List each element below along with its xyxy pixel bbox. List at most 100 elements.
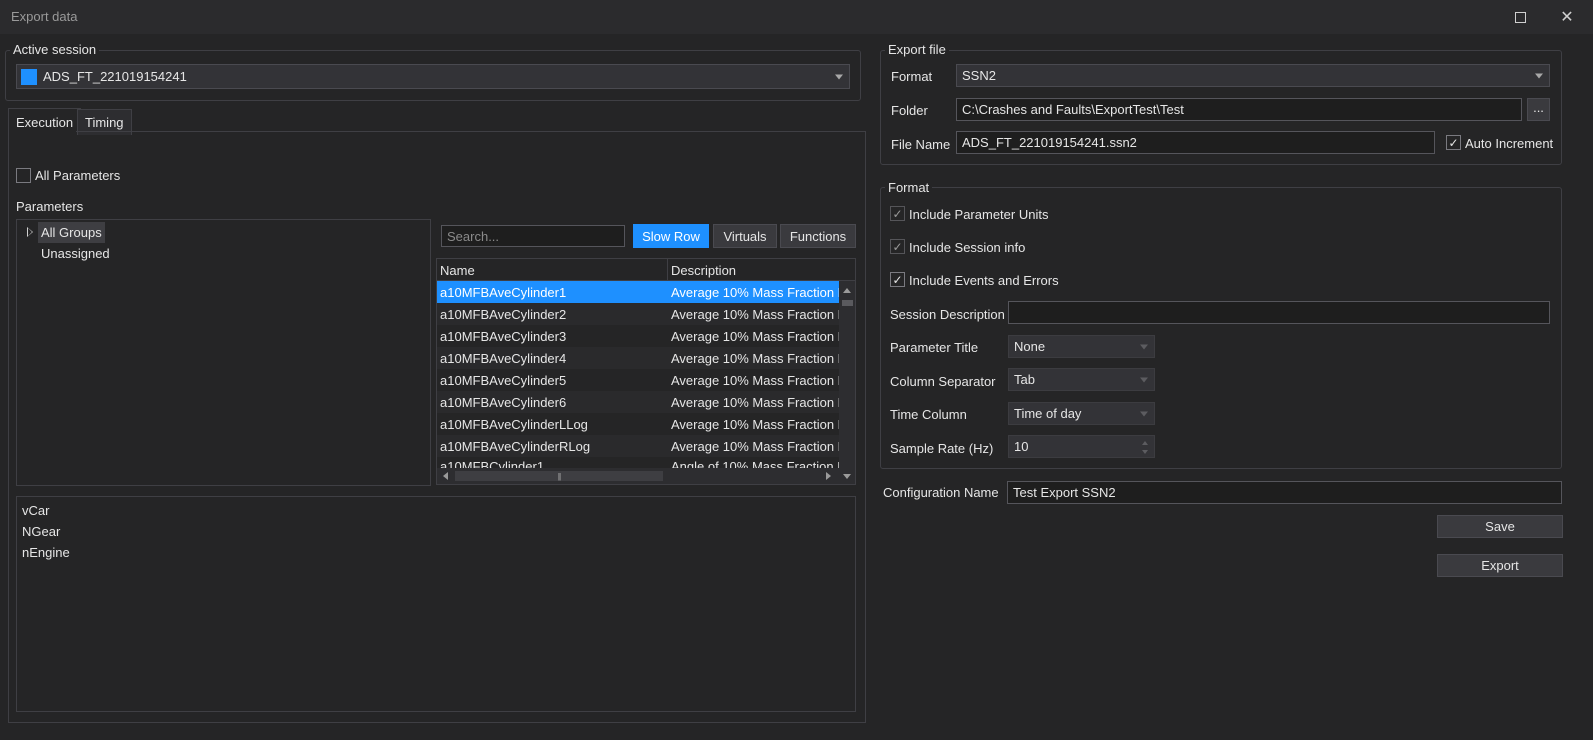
filename-label: File Name	[891, 137, 951, 152]
spin-up-icon[interactable]	[1142, 441, 1148, 445]
table-row[interactable]: a10MFBAveCylinder4 Average 10% Mass Fract…	[437, 347, 839, 369]
time-column-combo[interactable]: Time of day	[1008, 402, 1155, 425]
table-cell-name: a10MFBAveCylinder2	[440, 306, 567, 322]
parameters-label: Parameters	[16, 199, 84, 214]
parameter-title-label: Parameter Title	[890, 340, 979, 355]
table-cell-name: a10MFBAveCylinder5	[440, 372, 567, 388]
save-button[interactable]: Save	[1437, 515, 1563, 538]
virtuals-button[interactable]: Virtuals	[713, 224, 777, 248]
session-description-label: Session Description	[890, 307, 1005, 322]
column-separator-combo[interactable]: Tab	[1008, 368, 1155, 391]
auto-increment-checkbox[interactable]: ✓	[1446, 135, 1461, 150]
close-button[interactable]: ✕	[1544, 0, 1590, 34]
chevron-down-icon	[1140, 344, 1148, 349]
tree-item-unassigned[interactable]: Unassigned	[41, 243, 110, 264]
list-item[interactable]: nEngine	[22, 542, 855, 563]
tree-item-all-groups-label: All Groups	[41, 225, 102, 240]
table-row[interactable]: a10MFBAveCylinder3 Average 10% Mass Fract…	[437, 325, 839, 347]
column-name-label: Name	[440, 262, 475, 278]
parameter-table: Name Description a10MFBAveCylinder1 Avera…	[436, 258, 856, 485]
active-session-value: ADS_FT_221019154241	[43, 69, 187, 84]
scroll-down-icon[interactable]	[843, 474, 851, 479]
format-value: SSN2	[962, 68, 996, 83]
table-cell-description: Average 10% Mass Fraction Bu	[671, 284, 839, 300]
search-input[interactable]: Search...	[441, 225, 625, 247]
list-item[interactable]: vCar	[22, 500, 855, 521]
parameter-title-combo[interactable]: None	[1008, 335, 1155, 358]
configuration-name-input[interactable]: Test Export SSN2	[1007, 481, 1562, 504]
sample-rate-spinner[interactable]: 10	[1008, 435, 1155, 458]
folder-value: C:\Crashes and Faults\ExportTest\Test	[962, 102, 1184, 117]
horizontal-scroll-thumb[interactable]: |||	[455, 471, 663, 481]
tree-item-all-groups[interactable]: All Groups	[38, 222, 105, 243]
session-color-swatch	[21, 68, 37, 85]
all-parameters-checkbox[interactable]	[16, 168, 31, 183]
table-cell-description: Average 10% Mass Fraction Bu	[671, 394, 839, 410]
groups-tree: All Groups Unassigned	[16, 219, 431, 486]
configuration-name-value: Test Export SSN2	[1013, 485, 1116, 500]
configuration-name-label: Configuration Name	[883, 485, 999, 500]
include-units-checkbox[interactable]: ✓	[890, 206, 905, 221]
table-row[interactable]: a10MFBAveCylinderRLog Average 10% Mass Fr…	[437, 435, 839, 457]
format-combo[interactable]: SSN2	[956, 64, 1550, 87]
window-title: Export data	[11, 9, 78, 24]
time-column-label: Time Column	[890, 407, 967, 422]
folder-input[interactable]: C:\Crashes and Faults\ExportTest\Test	[956, 98, 1522, 121]
scroll-left-icon[interactable]	[443, 472, 448, 480]
auto-increment-label: Auto Increment	[1465, 136, 1554, 151]
maximize-icon	[1514, 11, 1526, 23]
functions-button[interactable]: Functions	[780, 224, 856, 248]
table-cell-description: Average 10% Mass Fraction Bu	[671, 416, 839, 432]
column-description-label: Description	[671, 262, 737, 278]
table-row[interactable]: a10MFBAveCylinder6 Average 10% Mass Fract…	[437, 391, 839, 413]
column-header-description[interactable]: Description	[668, 259, 839, 281]
table-body: a10MFBAveCylinder1 Average 10% Mass Fract…	[437, 281, 839, 457]
maximize-button[interactable]	[1497, 0, 1543, 34]
vertical-scroll-thumb[interactable]	[842, 300, 853, 306]
spin-down-icon[interactable]	[1142, 450, 1148, 454]
chevron-down-icon	[835, 74, 843, 79]
column-separator-label: Column Separator	[890, 374, 996, 389]
vertical-scrollbar[interactable]	[839, 281, 855, 484]
chevron-down-icon	[1140, 377, 1148, 382]
selected-parameters-list: vCar NGear nEngine	[16, 496, 856, 712]
include-units-label: Include Parameter Units	[909, 207, 1049, 222]
sample-rate-label: Sample Rate (Hz)	[890, 441, 994, 456]
table-row[interactable]: a10MFBAveCylinder2 Average 10% Mass Fract…	[437, 303, 839, 325]
session-description-input[interactable]	[1008, 301, 1550, 324]
include-events-label: Include Events and Errors	[909, 273, 1059, 288]
table-cell-name: a10MFBAveCylinder3	[440, 328, 567, 344]
tab-join	[9, 131, 76, 133]
filename-input[interactable]: ADS_FT_221019154241.ssn2	[956, 131, 1435, 154]
scroll-up-icon[interactable]	[843, 288, 851, 293]
table-cell-description: Average 10% Mass Fraction Bu	[671, 306, 839, 322]
table-row[interactable]: a10MFBAveCylinder5 Average 10% Mass Fract…	[437, 369, 839, 391]
table-cell-name: a10MFBAveCylinder6	[440, 394, 567, 410]
all-parameters-label: All Parameters	[35, 168, 121, 183]
table-row[interactable]: a10MFBAveCylinderLLog Average 10% Mass Fr…	[437, 413, 839, 435]
horizontal-scrollbar[interactable]: |||	[437, 468, 839, 484]
table-cell-description: Average 10% Mass Fraction Bu	[671, 328, 839, 344]
browse-folder-button[interactable]: ...	[1527, 98, 1550, 121]
export-button[interactable]: Export	[1437, 554, 1563, 577]
include-session-checkbox[interactable]: ✓	[890, 239, 905, 254]
format-group	[880, 187, 1562, 469]
active-session-combo[interactable]: ADS_FT_221019154241	[16, 64, 850, 89]
table-cell-name: a10MFBAveCylinder1	[440, 284, 567, 300]
slow-row-button[interactable]: Slow Row	[633, 224, 709, 248]
include-events-checkbox[interactable]: ✓	[890, 272, 905, 287]
scroll-right-icon[interactable]	[826, 472, 831, 480]
table-row[interactable]: a10MFBAveCylinder1 Average 10% Mass Fract…	[437, 281, 839, 303]
sample-rate-value: 10	[1014, 439, 1029, 454]
close-icon: ✕	[1560, 9, 1574, 26]
grip-icon: |||	[557, 471, 561, 481]
list-item[interactable]: NGear	[22, 521, 855, 542]
save-label: Save	[1485, 519, 1515, 534]
search-placeholder: Search...	[447, 228, 500, 244]
column-header-name[interactable]: Name	[437, 259, 668, 281]
format-group-label: Format	[885, 180, 933, 195]
export-label: Export	[1481, 558, 1519, 573]
table-cell-description: Average 10% Mass Fraction Bu	[671, 372, 839, 388]
folder-label: Folder	[891, 103, 928, 118]
active-session-label: Active session	[10, 42, 100, 57]
